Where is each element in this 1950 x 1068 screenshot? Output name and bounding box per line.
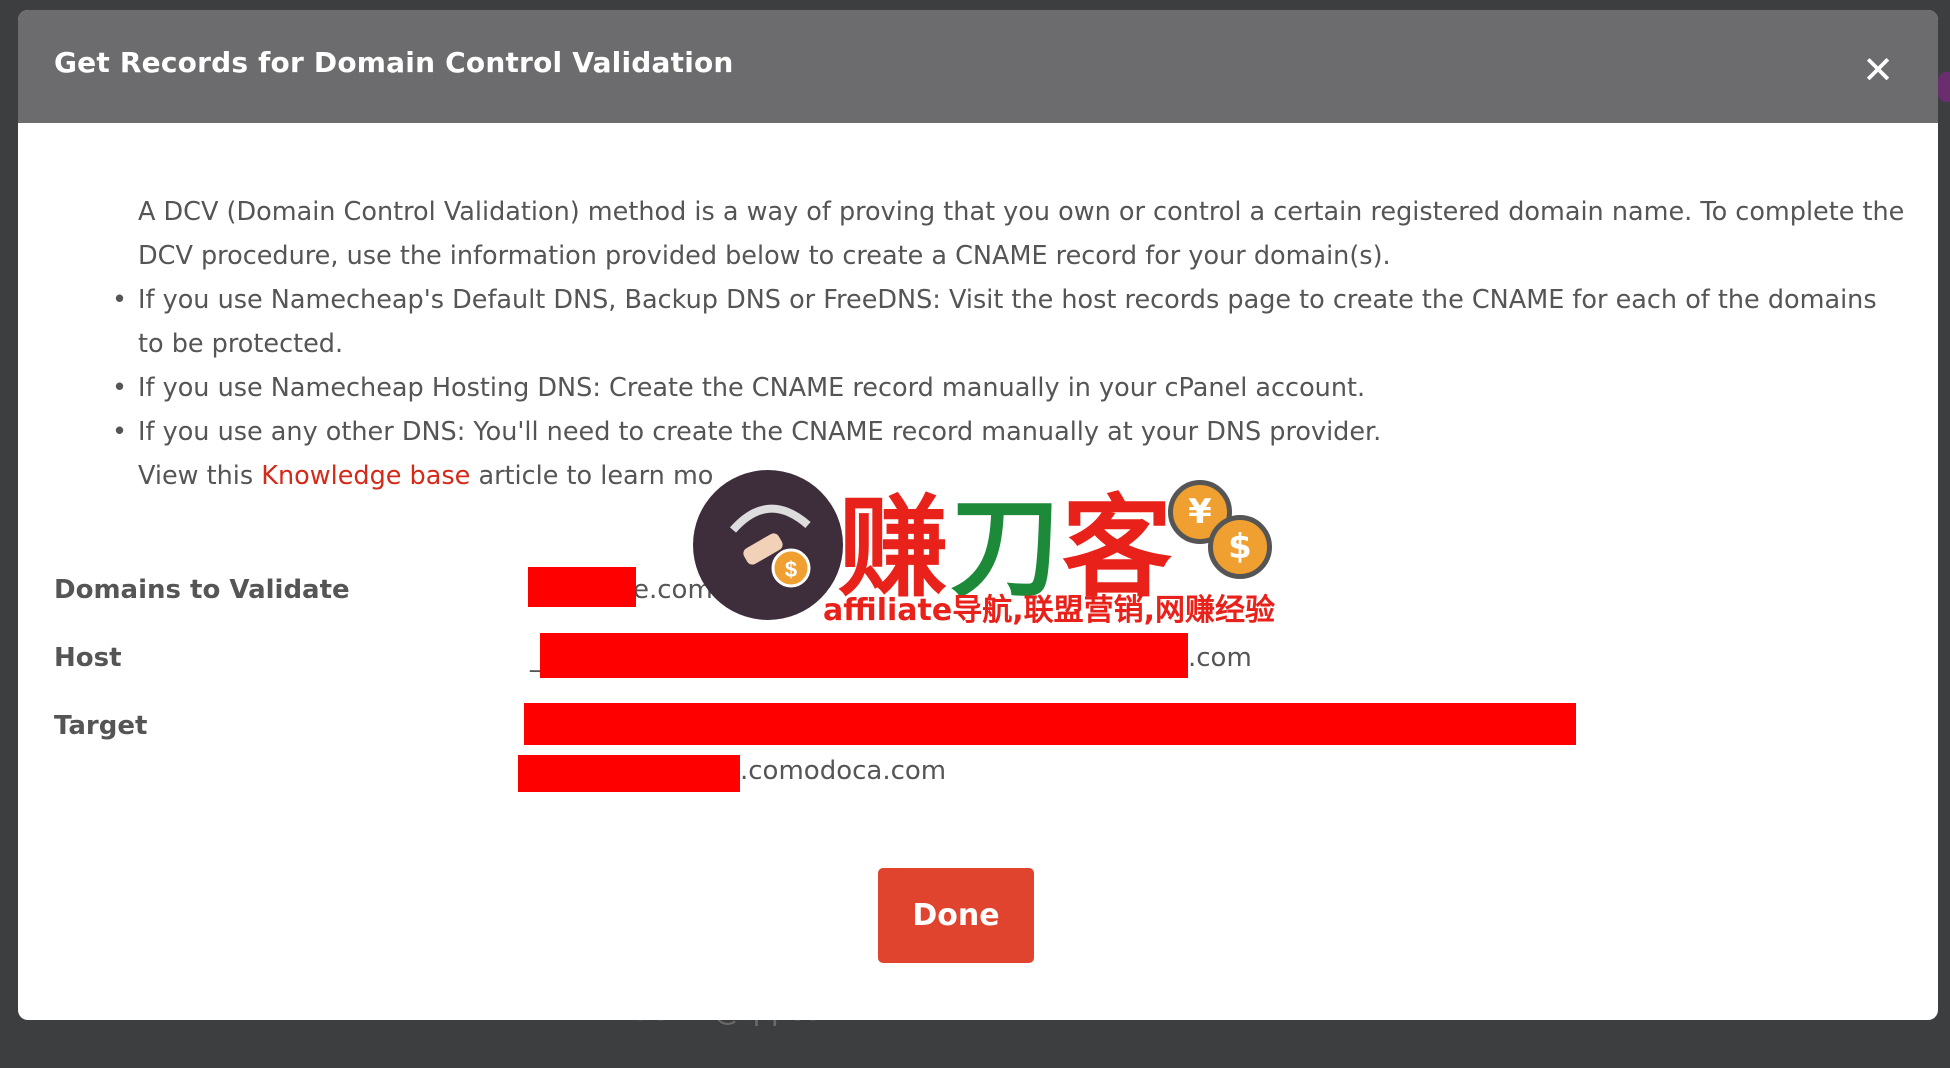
- dcv-info: A DCV (Domain Control Validation) method…: [112, 190, 1908, 498]
- redaction-block: [524, 703, 1576, 745]
- list-item: If you use Namecheap's Default DNS, Back…: [112, 278, 1908, 366]
- list-item: If you use Namecheap Hosting DNS: Create…: [112, 366, 1908, 410]
- redaction-block: [528, 567, 636, 607]
- dcv-modal: Get Records for Domain Control Validatio…: [18, 10, 1938, 1020]
- pickaxe-icon: $: [729, 504, 811, 588]
- kb-suffix: article to learn mo: [470, 461, 714, 491]
- host-value: .com: [1188, 643, 1252, 673]
- knowledge-base-link[interactable]: Knowledge base: [261, 461, 470, 491]
- watermark-subtitle: affiliate导航,联盟营销,网赚经验: [823, 593, 1275, 628]
- done-button[interactable]: Done: [878, 868, 1034, 963]
- redaction-block: [518, 755, 740, 792]
- dns-instructions-list: If you use Namecheap's Default DNS, Back…: [112, 278, 1908, 454]
- domains-label: Domains to Validate: [54, 575, 350, 605]
- list-item: If you use any other DNS: You'll need to…: [112, 410, 1908, 454]
- modal-title: Get Records for Domain Control Validatio…: [54, 46, 734, 79]
- target-label: Target: [54, 711, 148, 741]
- dollar-coin-icon: $: [1208, 515, 1272, 579]
- svg-text:$: $: [785, 557, 797, 582]
- redaction-block: [540, 633, 1188, 678]
- host-label: Host: [54, 643, 122, 673]
- intro-text: A DCV (Domain Control Validation) method…: [138, 197, 1905, 271]
- close-icon[interactable]: ✕: [1858, 50, 1898, 90]
- modal-header: Get Records for Domain Control Validatio…: [18, 10, 1938, 123]
- kb-prefix: View this: [138, 461, 262, 491]
- watermark-logo-icon: $: [693, 470, 843, 620]
- target-value: .comodoca.com: [740, 756, 947, 786]
- backdrop-side-strip: [1938, 72, 1950, 102]
